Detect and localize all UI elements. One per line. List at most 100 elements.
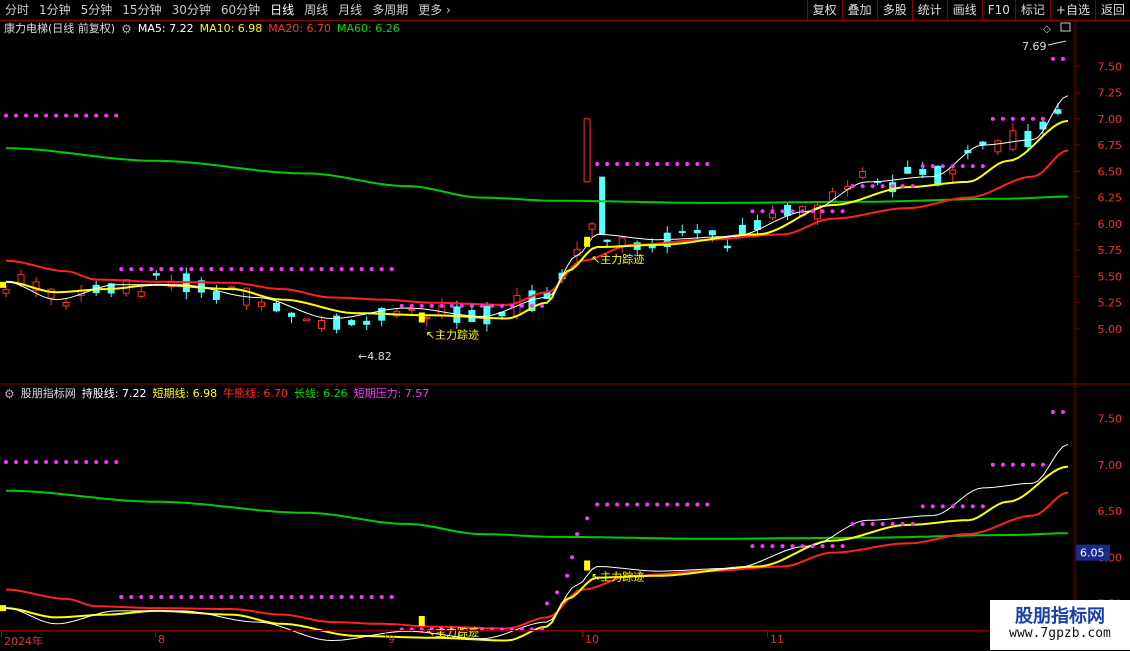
pressure-dot: [655, 162, 660, 166]
pressure-dot-sub: [565, 573, 570, 578]
pressure-dot-sub: [790, 544, 795, 549]
pressure-dot-sub: [575, 532, 580, 537]
pressure-dot: [289, 267, 294, 272]
pressure-dot: [329, 267, 334, 272]
pressure-dot-sub: [104, 459, 109, 464]
pressure-dot-sub: [349, 595, 354, 600]
candle-up: [618, 237, 626, 246]
pressure-dot: [810, 209, 815, 214]
price-axis-label: 5.75: [1098, 244, 1123, 257]
pressure-dot: [449, 303, 454, 308]
pressure-dot-sub: [219, 595, 224, 600]
pressure-dot-sub: [114, 459, 119, 464]
pressure-dot-sub: [545, 601, 550, 606]
pressure-dot: [980, 164, 985, 169]
pressure-dot: [249, 267, 254, 272]
pressure-dot: [189, 267, 194, 272]
pressure-dot: [179, 267, 184, 272]
pressure-dot: [900, 184, 905, 189]
pressure-dot-sub: [269, 595, 274, 600]
price-axis-label: 6.75: [1098, 139, 1123, 152]
pressure-dot-sub: [870, 521, 875, 526]
candle-up: [588, 223, 596, 230]
pressure-dot: [209, 267, 214, 272]
high-price-label: 7.69: [1022, 40, 1047, 53]
candle-down: [783, 204, 791, 216]
pressure-dot-sub: [585, 516, 590, 521]
pressure-dot-sub: [820, 544, 825, 549]
pressure-dot: [74, 113, 79, 118]
pressure-dot: [1000, 116, 1005, 121]
pressure-dot-sub: [665, 502, 670, 507]
candle-down: [678, 231, 686, 234]
pressure-dot-sub: [555, 590, 560, 595]
pressure-dot-sub: [14, 459, 19, 464]
pressure-dot: [1020, 116, 1025, 121]
kline-chart[interactable]: 7.50 7.25 7.00 6.75 6.50 6.25 6.00 5.75 5.50 5.25…: [0, 0, 1130, 650]
pressure-dot: [1030, 116, 1035, 121]
candle-up: [137, 291, 145, 297]
pressure-dot: [760, 209, 765, 214]
signal-label: ↖主力踪迹: [591, 252, 644, 266]
pressure-dot: [459, 303, 464, 308]
pressure-dot-sub: [169, 595, 174, 600]
pressure-dot: [625, 162, 630, 166]
candle-down: [904, 166, 912, 174]
date-label: 2024年: [4, 635, 43, 648]
candle-down: [708, 230, 716, 236]
candle-down: [693, 229, 701, 234]
pressure-dot-sub: [359, 595, 364, 600]
pressure-dot-sub: [309, 595, 314, 600]
pressure-dot-sub: [910, 521, 915, 526]
pressure-dot: [870, 184, 875, 189]
pressure-dot-sub: [159, 595, 164, 600]
pressure-dot: [84, 113, 89, 118]
pressure-dot-sub: [149, 595, 154, 600]
candle-up: [1009, 130, 1017, 150]
pressure-dot-sub: [1000, 462, 1005, 467]
price-axis-label: 7.25: [1098, 87, 1123, 100]
pressure-dot-sub: [850, 521, 855, 526]
candle-down: [738, 224, 746, 236]
indicator-axis-label: 6.50: [1098, 505, 1123, 518]
pressure-dot-sub: [605, 502, 610, 507]
pressure-dot-sub: [119, 595, 124, 600]
pressure-dot-sub: [199, 595, 204, 600]
pressure-dot: [409, 303, 414, 308]
pressure-dot-sub: [830, 544, 835, 549]
pressure-dot: [129, 267, 134, 272]
pressure-dot-sub: [705, 502, 710, 507]
candle-down: [753, 220, 761, 230]
pressure-dot-sub: [389, 595, 394, 600]
ma10-line: [5, 119, 1069, 320]
signal-marker: [584, 560, 591, 571]
pressure-dot-sub: [319, 595, 324, 600]
pressure-dot: [595, 162, 600, 166]
candle-down: [603, 239, 611, 243]
candle-down: [212, 291, 220, 300]
signal-marker: [418, 312, 425, 323]
pressure-dot: [605, 162, 610, 166]
price-axis-label: 6.00: [1098, 218, 1123, 231]
pressure-dot-sub: [750, 544, 755, 549]
pressure-dot: [830, 209, 835, 214]
pressure-dot: [14, 113, 19, 118]
pressure-dot-sub: [840, 544, 845, 549]
pressure-dot: [309, 267, 314, 272]
pressure-dot: [349, 267, 354, 272]
indicator-axis-label: 7.00: [1098, 459, 1123, 472]
pressure-dot: [419, 303, 424, 308]
candle-down: [483, 305, 491, 325]
pressure-dot-sub: [890, 521, 895, 526]
pressure-dot: [529, 303, 534, 308]
watermark: 股朋指标网 www.7gpzb.com: [990, 600, 1130, 650]
pressure-dot: [880, 184, 885, 189]
date-label: 11: [770, 633, 784, 646]
pressure-dot: [94, 113, 99, 118]
candle-down: [919, 168, 927, 175]
pressure-dot-sub: [179, 595, 184, 600]
pressure-dot: [24, 113, 29, 118]
watermark-url: www.7gpzb.com: [1009, 626, 1111, 641]
pressure-dot: [4, 113, 8, 118]
pressure-dot-sub: [1010, 462, 1015, 467]
